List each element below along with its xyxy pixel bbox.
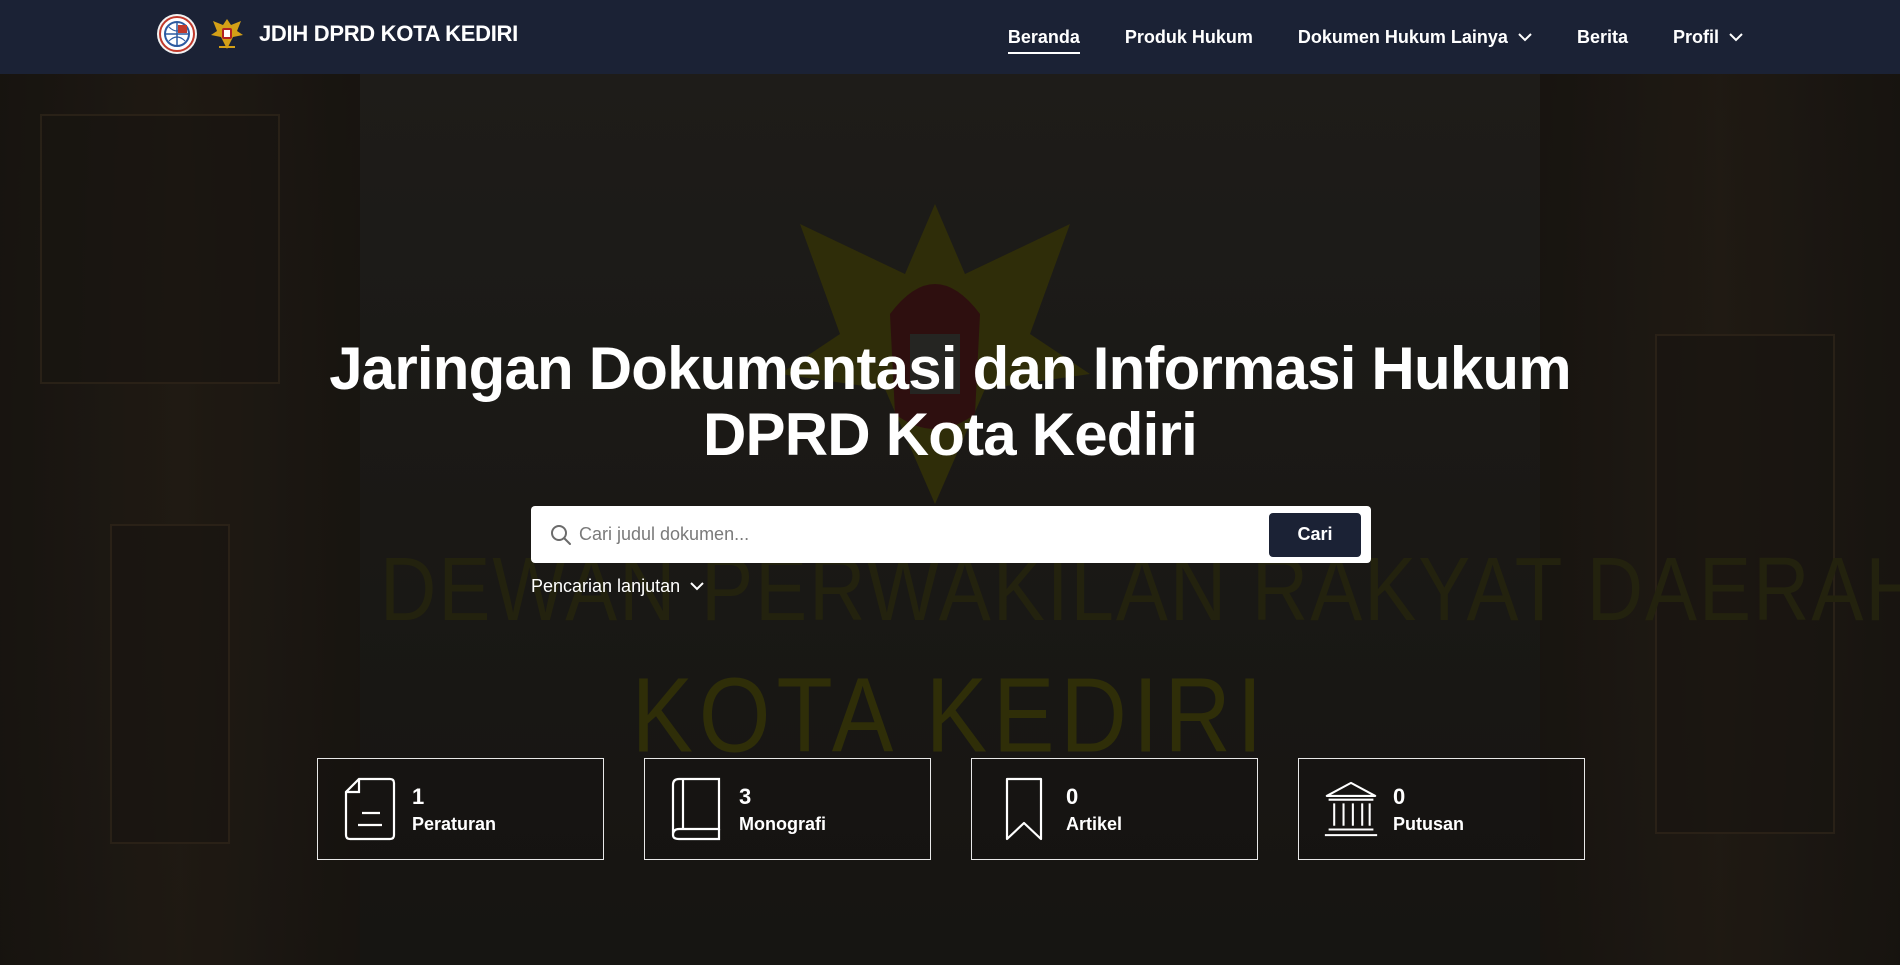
brand-title: JDIH DPRD KOTA KEDIRI — [259, 21, 518, 46]
hero-title-line: Jaringan Dokumentasi dan Informasi Hukum — [329, 335, 1571, 402]
courthouse-icon — [1323, 776, 1379, 842]
nav-label: Berita — [1576, 26, 1628, 47]
stat-value: 1 — [412, 783, 425, 809]
nav-label: Beranda — [1007, 26, 1080, 47]
search-bar: Cari — [531, 506, 1371, 563]
chevron-down-icon — [1518, 32, 1532, 42]
nav-produk-hukum[interactable]: Produk Hukum — [1125, 20, 1253, 54]
stat-value: 0 — [1066, 783, 1079, 809]
chevron-down-icon — [690, 582, 704, 591]
main-nav: Beranda Produk Hukum Dokumen Hukum Lainy… — [963, 0, 1743, 74]
advanced-search-toggle[interactable]: Pencarian lanjutan — [531, 576, 704, 597]
nav-label: Dokumen Hukum Lainya — [1297, 26, 1508, 47]
chevron-down-icon — [1729, 32, 1743, 42]
hero-title: Jaringan Dokumentasi dan Informasi Hukum… — [250, 336, 1650, 468]
stats-row: 1 Peraturan 3 Monografi 0 Artikel 0 Putu… — [317, 758, 1585, 860]
advanced-search-label: Pencarian lanjutan — [531, 576, 681, 596]
stat-label: Putusan — [1393, 813, 1465, 834]
top-navbar: JDIH DPRD KOTA KEDIRI Beranda Produk Huk… — [0, 0, 1900, 74]
stat-card-putusan[interactable]: 0 Putusan — [1298, 758, 1585, 860]
stat-label: Artikel — [1066, 813, 1123, 834]
stat-label: Monografi — [739, 813, 826, 834]
stat-card-monografi[interactable]: 3 Monografi — [644, 758, 931, 860]
brand[interactable]: JDIH DPRD KOTA KEDIRI — [157, 14, 518, 54]
search-icon — [549, 523, 573, 547]
stat-card-peraturan[interactable]: 1 Peraturan — [317, 758, 604, 860]
stat-label: Peraturan — [412, 813, 497, 834]
hero-section: DEWAN PERWAKILAN RAKYAT DAERAH KOTA KEDI… — [0, 74, 1900, 965]
nav-label: Produk Hukum — [1124, 26, 1253, 47]
jdih-logo-icon — [157, 14, 197, 54]
nav-dokumen-hukum-lainya[interactable]: Dokumen Hukum Lainya — [1298, 20, 1532, 54]
search-input[interactable] — [579, 514, 1269, 555]
bookmark-icon — [996, 776, 1052, 842]
book-icon — [669, 776, 725, 842]
nav-label: Profil — [1672, 26, 1719, 47]
document-icon — [342, 776, 398, 842]
stat-value: 3 — [739, 783, 752, 809]
nav-berita[interactable]: Berita — [1577, 20, 1628, 54]
stat-value: 0 — [1393, 783, 1406, 809]
nav-beranda[interactable]: Beranda — [1007, 20, 1080, 54]
garuda-emblem-icon — [209, 15, 245, 53]
nav-profil[interactable]: Profil — [1673, 20, 1743, 54]
search-button[interactable]: Cari — [1269, 512, 1361, 557]
stat-card-artikel[interactable]: 0 Artikel — [971, 758, 1258, 860]
hero-title-line: DPRD Kota Kediri — [703, 401, 1198, 468]
